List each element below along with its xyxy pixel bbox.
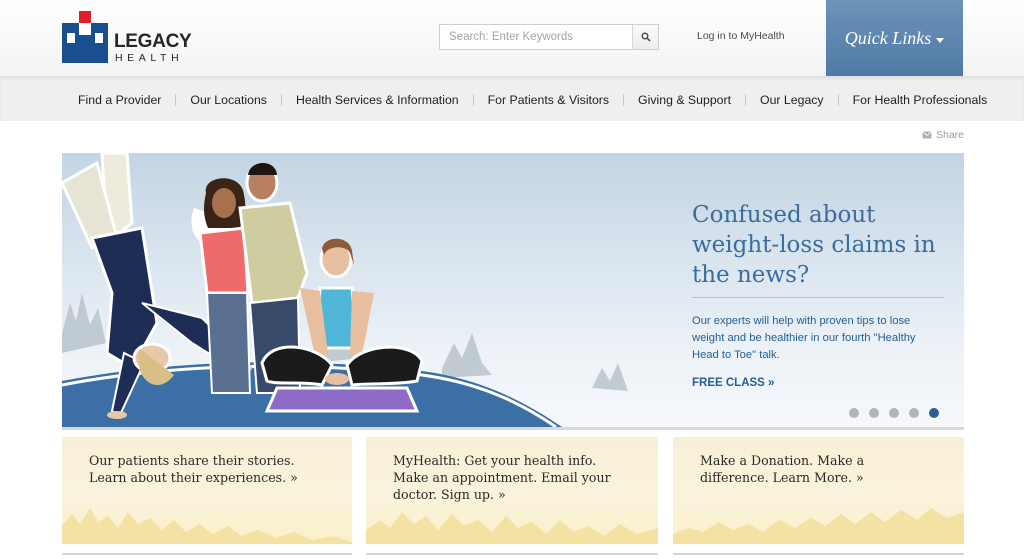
logo-subtitle: HEALTH — [115, 52, 184, 64]
search-box — [439, 24, 659, 50]
promo-line: MyHealth: Get your health info. — [393, 453, 597, 468]
promo-divider — [366, 553, 658, 555]
legacy-health-logo[interactable]: LEGACY HEALTH — [62, 11, 192, 65]
nav-link-our-locations[interactable]: Our Locations — [176, 93, 281, 107]
tree-silhouette — [62, 508, 352, 544]
hero-bottom-shadow — [62, 427, 964, 430]
nav-link-find-a-provider[interactable]: Find a Provider — [62, 93, 175, 107]
nav-item-health-services: Health Services & Information — [282, 93, 474, 107]
nav-link-patients-visitors[interactable]: For Patients & Visitors — [474, 93, 623, 107]
quick-links-label: Quick Links — [844, 28, 932, 48]
carousel-dot-3[interactable] — [889, 408, 899, 418]
promo-line: Make an appointment. Email your — [393, 470, 611, 485]
nav-link-health-professionals[interactable]: For Health Professionals — [839, 93, 1002, 107]
promo-line: Our patients share their stories. — [89, 453, 295, 468]
promo-divider — [62, 553, 352, 555]
hero-title: Confused about weight-loss claims in the… — [692, 202, 936, 288]
promo-donation[interactable]: Make a Donation. Make a difference. Lear… — [673, 437, 964, 544]
tree-silhouette — [366, 512, 658, 544]
search-input[interactable] — [440, 25, 633, 49]
search-icon — [641, 32, 651, 42]
nav-link-health-services[interactable]: Health Services & Information — [282, 93, 473, 107]
nav-item-our-legacy: Our Legacy — [746, 93, 839, 107]
carousel-dot-4[interactable] — [909, 408, 919, 418]
nav-item-patients-visitors: For Patients & Visitors — [474, 93, 625, 107]
hero-banner: Confused about weight-loss claims in the… — [62, 153, 964, 427]
nav-item-giving-support: Giving & Support — [624, 93, 747, 107]
carousel-dot-1[interactable] — [849, 408, 859, 418]
search-button[interactable] — [632, 25, 658, 49]
logo-cross-icon — [62, 11, 108, 63]
carousel-dot-5[interactable] — [929, 408, 939, 418]
main-nav: Find a Provider Our Locations Health Ser… — [0, 76, 1024, 121]
promo-line: difference. Learn More. » — [700, 470, 864, 485]
envelope-icon — [922, 131, 932, 139]
hero-divider — [692, 297, 944, 298]
carousel-dot-2[interactable] — [869, 408, 879, 418]
site-header: LEGACY HEALTH Log in to MyHealth Quick L… — [0, 0, 1024, 77]
share-link[interactable]: Share — [922, 129, 964, 141]
nav-item-our-locations: Our Locations — [176, 93, 282, 107]
promo-myhealth[interactable]: MyHealth: Get your health info. Make an … — [366, 437, 658, 544]
myhealth-login-link[interactable]: Log in to MyHealth — [697, 30, 785, 42]
promo-divider — [673, 553, 964, 555]
quick-links-button[interactable]: Quick Links — [826, 0, 963, 77]
carousel-dots — [849, 408, 949, 418]
promo-text: Our patients share their stories. Learn … — [89, 452, 298, 486]
free-class-link[interactable]: FREE CLASS » — [692, 377, 944, 389]
nav-item-health-professionals: For Health Professionals — [839, 93, 1002, 107]
promo-patient-stories[interactable]: Our patients share their stories. Learn … — [62, 437, 352, 544]
hero-body: Our experts will help with proven tips t… — [692, 315, 916, 361]
nav-link-giving-support[interactable]: Giving & Support — [624, 93, 745, 107]
share-label: Share — [936, 129, 965, 141]
nav-item-find-a-provider: Find a Provider — [62, 93, 177, 107]
promo-line: Make a Donation. Make a — [700, 453, 865, 468]
chevron-down-icon — [936, 37, 945, 43]
nav-link-our-legacy[interactable]: Our Legacy — [746, 93, 838, 107]
hero-copy: Confused about weight-loss claims in the… — [692, 200, 944, 389]
logo-wordmark: LEGACY — [114, 31, 192, 52]
nav-list: Find a Provider Our Locations Health Ser… — [62, 77, 1001, 122]
promo-line: Learn about their experiences. » — [89, 470, 298, 485]
tree-silhouette — [673, 508, 964, 544]
promo-text: Make a Donation. Make a difference. Lear… — [700, 452, 864, 486]
